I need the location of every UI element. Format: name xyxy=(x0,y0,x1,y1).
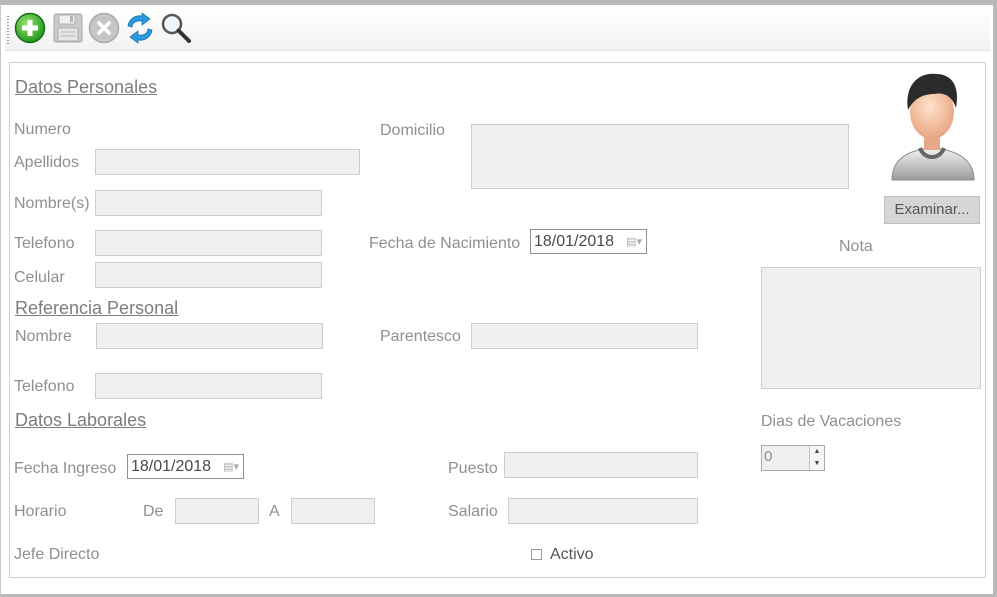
nota-textarea[interactable] xyxy=(761,267,981,389)
label-a: A xyxy=(269,503,280,520)
ref-telefono-input[interactable] xyxy=(95,373,322,399)
ref-nombre-input[interactable] xyxy=(96,323,323,349)
delete-icon xyxy=(88,12,120,49)
label-ref-nombre: Nombre xyxy=(15,328,72,345)
person-avatar-icon xyxy=(891,73,975,181)
label-activo: Activo xyxy=(550,546,594,563)
refresh-icon xyxy=(124,11,156,49)
label-puesto: Puesto xyxy=(448,460,498,477)
fecha-nacimiento-value: 18/01/2018 xyxy=(534,233,615,250)
horario-de-input[interactable] xyxy=(175,498,259,524)
label-nota: Nota xyxy=(839,238,873,255)
label-nombres: Nombre(s) xyxy=(14,195,90,212)
label-fecha-nacimiento: Fecha de Nacimiento xyxy=(369,235,521,252)
telefono-input[interactable] xyxy=(95,230,322,256)
celular-input[interactable] xyxy=(95,262,322,288)
calendar-dropdown-icon[interactable]: ▤▾ xyxy=(626,235,642,248)
label-de: De xyxy=(143,503,164,520)
fecha-nacimiento-datepicker[interactable]: 18/01/2018 ▤▾ xyxy=(530,229,647,254)
label-celular: Celular xyxy=(14,269,65,286)
save-button[interactable] xyxy=(51,13,85,47)
toolbar-grip[interactable] xyxy=(7,16,9,44)
search-button[interactable] xyxy=(159,13,193,47)
section-referencia-personal: Referencia Personal xyxy=(15,298,179,318)
calendar-dropdown-icon[interactable]: ▤▾ xyxy=(223,460,239,473)
save-icon xyxy=(52,12,84,49)
nombres-input[interactable] xyxy=(95,190,322,216)
label-ref-telefono: Telefono xyxy=(14,378,75,395)
spinner-down-icon[interactable]: ▼ xyxy=(810,458,824,470)
label-domicilio: Domicilio xyxy=(380,122,445,139)
examinar-button[interactable]: Examinar... xyxy=(884,196,980,224)
spinner-up-icon[interactable]: ▲ xyxy=(810,446,824,458)
label-numero: Numero xyxy=(14,121,71,138)
label-jefe-directo: Jefe Directo xyxy=(14,546,100,563)
label-horario: Horario xyxy=(14,503,67,520)
toolbar xyxy=(5,10,990,51)
label-fecha-ingreso: Fecha Ingreso xyxy=(14,460,117,477)
dias-vacaciones-value: 0 xyxy=(764,448,773,465)
spinner-arrows: ▲ ▼ xyxy=(809,446,824,470)
search-icon xyxy=(160,12,192,49)
domicilio-textarea[interactable] xyxy=(471,124,849,189)
fecha-ingreso-value: 18/01/2018 xyxy=(131,458,212,475)
fecha-ingreso-datepicker[interactable]: 18/01/2018 ▤▾ xyxy=(127,454,244,479)
parentesco-input[interactable] xyxy=(471,323,698,349)
employee-photo xyxy=(886,68,978,190)
dias-vacaciones-spinner[interactable]: 0 ▲ ▼ xyxy=(761,445,825,471)
apellidos-input[interactable] xyxy=(95,149,360,175)
label-salario: Salario xyxy=(448,503,498,520)
label-telefono: Telefono xyxy=(14,235,75,252)
add-icon xyxy=(14,12,46,49)
activo-checkbox[interactable] xyxy=(531,549,542,560)
label-apellidos: Apellidos xyxy=(14,154,79,171)
label-parentesco: Parentesco xyxy=(380,328,461,345)
horario-a-input[interactable] xyxy=(291,498,375,524)
section-datos-personales: Datos Personales xyxy=(15,77,158,97)
refresh-button[interactable] xyxy=(123,11,157,49)
delete-button[interactable] xyxy=(87,12,121,49)
puesto-input[interactable] xyxy=(504,452,698,478)
salario-input[interactable] xyxy=(508,498,698,524)
label-dias-vacaciones: Dias de Vacaciones xyxy=(761,413,902,430)
section-datos-laborales: Datos Laborales xyxy=(15,410,147,430)
add-button[interactable] xyxy=(13,12,47,49)
